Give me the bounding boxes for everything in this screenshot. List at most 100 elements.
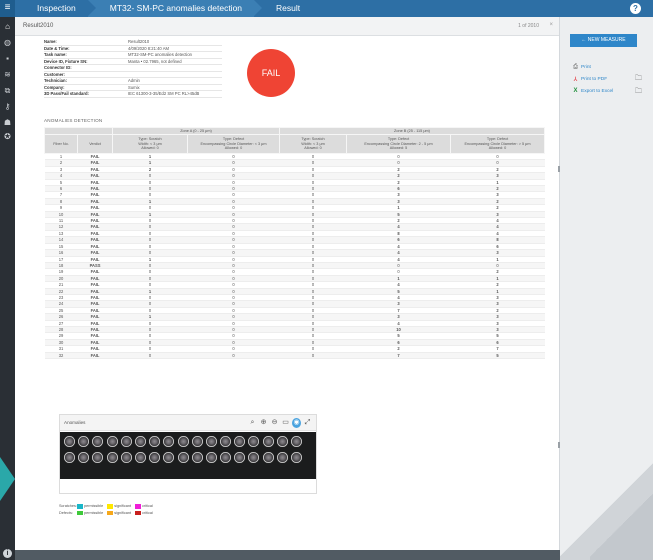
fiber-end[interactable] xyxy=(120,436,132,447)
print-button[interactable]: ⎙ Print xyxy=(572,64,591,71)
print-label: Print xyxy=(581,65,591,70)
print-pdf-label: Print to PDF xyxy=(581,77,608,82)
zoom-in-icon[interactable]: ⊕ xyxy=(259,418,268,428)
fiber-end[interactable] xyxy=(177,436,189,447)
info-label: Company: xyxy=(44,84,65,90)
fiber-end[interactable] xyxy=(220,452,232,463)
export-excel-button[interactable]: X Export to Excel xyxy=(572,88,613,94)
breadcrumb-inspection[interactable]: Inspection xyxy=(15,0,96,17)
info-label: Technician: xyxy=(44,78,67,83)
fiber-end[interactable] xyxy=(248,436,260,447)
legend-defects: Defects: permissible significant critical xyxy=(59,510,157,517)
fiber-end[interactable] xyxy=(262,436,274,447)
fiber-end[interactable] xyxy=(234,452,246,463)
new-measure-button[interactable]: ← NEW MEASURE xyxy=(570,34,637,47)
fiber-end[interactable] xyxy=(276,436,288,447)
fiber-end[interactable] xyxy=(220,436,232,447)
fiber-end[interactable] xyxy=(163,452,175,463)
users-icon[interactable]: ☗ xyxy=(0,117,15,129)
verdict-badge: FAIL xyxy=(247,49,295,97)
info-label: Device ID, Fixture SN: xyxy=(44,58,88,64)
home-icon[interactable]: ⌂ xyxy=(0,21,15,33)
fiber-end[interactable] xyxy=(205,452,217,463)
fiber-end[interactable] xyxy=(248,452,260,463)
chart-icon[interactable]: ≋ xyxy=(0,69,15,81)
legend-swatch xyxy=(107,510,114,515)
result-info: Name: Result2010 Date & Time: 4/09/2020 8:2… xyxy=(44,39,222,98)
fiber-end[interactable] xyxy=(177,452,189,463)
highlight-icon[interactable]: ◉ xyxy=(292,418,301,428)
fiber-end[interactable] xyxy=(149,436,161,447)
legend-scratches-label: Scratches: xyxy=(59,504,77,509)
viewer-toolbar: ⌕ ⊕ ⊖ ▭ ◉ ⤢ xyxy=(248,418,312,428)
fiber-end[interactable] xyxy=(291,436,302,447)
legend-label: permissible xyxy=(84,504,104,509)
settings-icon[interactable]: ✪ xyxy=(0,131,15,143)
fiber-end[interactable] xyxy=(291,452,302,463)
expand-icon[interactable]: ⤢ xyxy=(303,418,312,428)
fiber-end[interactable] xyxy=(262,452,274,463)
search-icon[interactable]: ⌕ xyxy=(248,418,257,428)
table-row: 32 FAIL 0 0 0 7 5 xyxy=(44,352,545,360)
info-label: Connector ID: xyxy=(44,65,72,70)
fiber-end[interactable] xyxy=(106,436,118,447)
legend-label: critical xyxy=(142,510,153,515)
fiber-end[interactable] xyxy=(92,452,104,463)
info-value: IEC 61300-3-35/Ed2 SM PC RL>45dB xyxy=(128,91,200,96)
help-circle-icon[interactable]: ? xyxy=(630,3,641,14)
fit-icon[interactable]: ▭ xyxy=(281,418,290,428)
legend-swatch xyxy=(135,504,142,509)
fiber-image[interactable] xyxy=(60,432,316,479)
info-icon[interactable]: i xyxy=(3,549,12,558)
fiber-end[interactable] xyxy=(134,436,146,447)
legend-swatch xyxy=(77,504,83,509)
fiber-end[interactable] xyxy=(64,452,75,463)
breadcrumb-task[interactable]: MT32- SM-PC anomalies detection xyxy=(87,0,263,17)
fiber-end[interactable] xyxy=(163,436,175,447)
fiber-end[interactable] xyxy=(191,436,203,447)
column-header: Type: Defect Encompassing Circle Diamete… xyxy=(187,134,280,154)
pager: 1 of 2010 xyxy=(518,23,539,29)
table-cell: 32 xyxy=(44,352,78,360)
close-icon[interactable]: × xyxy=(549,22,553,28)
info-label: Task name: xyxy=(44,52,67,57)
fiber-end[interactable] xyxy=(92,436,104,447)
chat-icon[interactable]: ▪ xyxy=(0,53,15,65)
globe-icon[interactable]: ◍ xyxy=(0,37,15,49)
info-label: 3D Pass/Fail standard: xyxy=(44,91,89,96)
fiber-end[interactable] xyxy=(276,452,288,463)
legend: Scratches: permissible significant critica… xyxy=(59,503,157,516)
fiber-end[interactable] xyxy=(149,452,161,463)
fiber-end[interactable] xyxy=(191,452,203,463)
splitter-handle[interactable] xyxy=(558,442,560,448)
verdict-cell: FAIL xyxy=(77,352,113,360)
fiber-end[interactable] xyxy=(134,452,146,463)
fiber-end[interactable] xyxy=(78,436,90,447)
fiber-end[interactable] xyxy=(64,436,75,447)
table-cell: 0 xyxy=(112,352,188,360)
fiber-end[interactable] xyxy=(234,436,246,447)
info-value: 4/09/2020 8:21:40 AM xyxy=(128,45,169,51)
fiber-end[interactable] xyxy=(120,452,132,463)
legend-label: significant xyxy=(114,510,132,515)
zoom-out-icon[interactable]: ⊖ xyxy=(270,418,279,428)
fiber-end[interactable] xyxy=(106,452,118,463)
fiber-end[interactable] xyxy=(78,452,90,463)
folder-icon[interactable]: 🗀 xyxy=(635,74,642,85)
splitter-handle[interactable] xyxy=(558,166,560,172)
legend-defects-label: Defects: xyxy=(59,510,73,515)
column-header: Fiber No. xyxy=(44,134,78,154)
legend-swatch xyxy=(77,510,83,515)
expand-arrow[interactable] xyxy=(0,457,15,501)
print-pdf-button[interactable]: ⅄ Print to PDF xyxy=(572,76,607,83)
fiber-end[interactable] xyxy=(205,436,217,447)
menu-icon[interactable]: ≡ xyxy=(0,0,15,17)
key-icon[interactable]: ⚷ xyxy=(0,101,15,113)
folder-icon[interactable]: 🗀 xyxy=(635,87,642,98)
copy-icon[interactable]: ⧉ xyxy=(0,85,15,97)
column-header: Type: Defect Encompassing Circle Diamete… xyxy=(450,134,545,154)
breadcrumb-result: Result xyxy=(254,0,313,17)
info-value: MT32-SM-PC anomalies detection xyxy=(128,52,193,57)
breadcrumb: Inspection MT32- SM-PC anomalies detecti… xyxy=(15,0,313,17)
zone-a-header: Zone A (0 - 25 μm) xyxy=(112,127,280,135)
